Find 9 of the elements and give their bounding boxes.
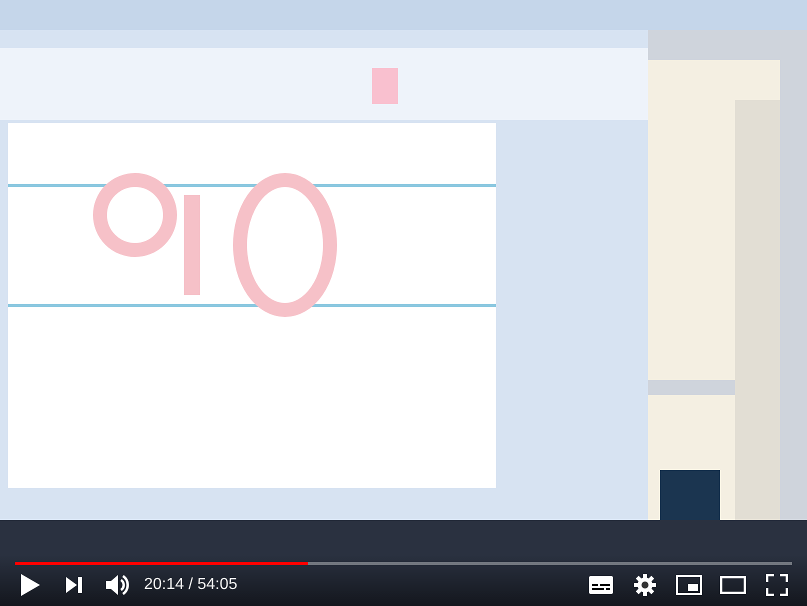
subtitles-icon [589, 576, 613, 594]
theater-mode-icon [720, 576, 746, 594]
settings-icon [634, 574, 656, 596]
time-display: 20:14 / 54:05 [144, 575, 238, 595]
next-icon [65, 576, 83, 594]
fullscreen-icon [766, 574, 788, 596]
play-icon [19, 573, 41, 597]
volume-icon [105, 573, 131, 597]
miniplayer-icon [676, 575, 702, 595]
